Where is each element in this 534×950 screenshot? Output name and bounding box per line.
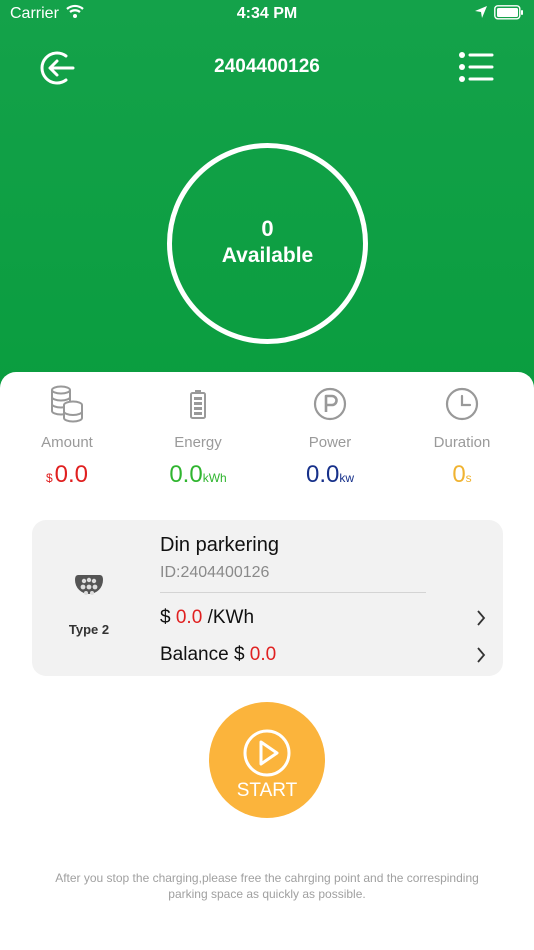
start-button[interactable]: START (209, 702, 325, 818)
stat-duration-label: Duration (433, 434, 491, 451)
stat-power-value: 0.0 (305, 461, 340, 488)
battery-level-icon (190, 390, 206, 419)
stat-duration-value-wrap: 0s (395, 461, 529, 489)
charger-status: Available (221, 244, 314, 267)
status-bar: Carrier 4:34 PM (0, 0, 534, 28)
start-label: START (236, 780, 298, 801)
chevron-right-icon (477, 610, 486, 626)
clock-icon (445, 387, 479, 421)
balance-row[interactable]: Balance $ 0.0 (160, 644, 494, 668)
stat-energy-value-wrap: 0.0kWh (131, 461, 265, 489)
stat-duration: Duration 0s (395, 382, 529, 489)
price-value: 0.0 (175, 607, 203, 628)
price-row[interactable]: $ 0.0 /KWh (160, 607, 494, 631)
stat-amount-value: 0.0 (54, 461, 89, 488)
connector-card: Type 2 Din parkering ID:2404400126 $ 0.0… (32, 520, 503, 676)
balance-value: 0.0 (249, 644, 277, 665)
station-id: ID:2404400126 (160, 564, 270, 581)
play-icon (243, 729, 291, 777)
stat-duration-unit: s (465, 471, 472, 485)
parking-icon (313, 387, 347, 421)
balance-label: Balance $ (160, 644, 245, 665)
connector-type-label: Type 2 (68, 622, 110, 637)
station-name: Din parkering (160, 534, 279, 556)
coins-icon (51, 385, 83, 423)
stat-power: Power 0.0kw (263, 382, 397, 489)
charger-number: 0 (261, 216, 274, 241)
page-title: 2404400126 (214, 56, 320, 77)
price-prefix: $ (160, 607, 171, 628)
location-arrow-icon (475, 6, 487, 18)
chevron-right-icon (477, 647, 486, 663)
card-divider (160, 592, 426, 593)
stat-power-unit: kw (339, 471, 355, 485)
clock: 4:34 PM (236, 5, 298, 22)
stat-energy-value: 0.0 (169, 461, 203, 488)
stat-duration-value: 0 (452, 461, 466, 488)
type2-plug-icon (75, 575, 103, 595)
list-menu-icon[interactable] (458, 50, 494, 84)
stat-energy: Energy 0.0kWh (131, 382, 265, 489)
stat-amount-value-wrap: $0.0 (0, 461, 134, 489)
stat-amount-label: Amount (41, 434, 93, 451)
stat-power-label: Power (308, 434, 352, 451)
stat-energy-unit: kWh (202, 471, 227, 485)
stat-power-value-wrap: 0.0kw (263, 461, 397, 489)
stat-amount: Amount $0.0 (0, 382, 134, 489)
stat-energy-label: Energy (174, 434, 222, 451)
stat-amount-prefix: $ (45, 471, 53, 485)
battery-icon (494, 5, 523, 20)
footer-note: After you stop the charging,please free … (55, 871, 479, 901)
charger-status-circle: 0 Available (167, 143, 368, 344)
price-unit: /KWh (207, 607, 255, 628)
